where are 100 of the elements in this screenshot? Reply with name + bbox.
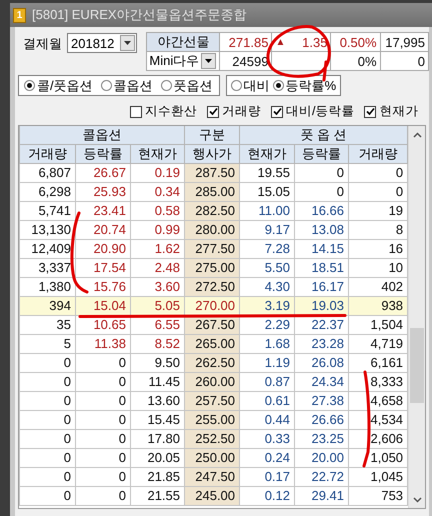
checkbox[interactable] xyxy=(207,106,219,118)
strike-cell: 252.50 xyxy=(184,430,240,448)
table-cell: 0 xyxy=(76,354,130,372)
strike-cell: 260.00 xyxy=(184,372,240,392)
table-cell: 5 xyxy=(20,334,76,354)
radio-option[interactable]: 콜옵션 xyxy=(100,76,153,94)
table-cell: 2.29 xyxy=(240,316,295,334)
table-cell: 13,130 xyxy=(20,220,76,240)
strike-cell: 245.00 xyxy=(184,486,240,506)
column-header: 등락률 xyxy=(294,144,349,164)
scroll-down-icon[interactable] xyxy=(412,496,422,502)
group-header: 콜옵션 xyxy=(20,126,185,144)
table-cell: 0 xyxy=(20,448,76,468)
strike-cell: 275.00 xyxy=(184,258,240,278)
scrollbar-thumb[interactable] xyxy=(410,328,424,403)
table-cell: 23.25 xyxy=(294,430,349,448)
table-cell: 0.61 xyxy=(240,392,295,410)
radio-option[interactable]: 콜/풋옵션 xyxy=(24,76,93,94)
radio-on-icon[interactable] xyxy=(24,80,35,91)
strike-cell: 287.50 xyxy=(184,164,240,182)
checkbox-label: 지수환산 xyxy=(145,103,197,120)
table-cell: 0 xyxy=(76,468,130,486)
strike-cell: 262.50 xyxy=(184,354,240,372)
instrument-label: 야간선물 xyxy=(146,32,220,52)
table-cell: 22.72 xyxy=(294,468,349,486)
strike-cell: 250.00 xyxy=(184,448,240,468)
table-cell: 5.50 xyxy=(240,258,295,278)
table-cell: 6,807 xyxy=(20,164,76,182)
checkbox[interactable] xyxy=(364,106,376,118)
radio-label: 콜옵션 xyxy=(114,76,153,94)
radio-off-icon[interactable] xyxy=(230,80,242,91)
radio-option[interactable]: 대비 xyxy=(230,76,270,94)
table-cell: 14.15 xyxy=(294,240,349,258)
strike-cell: 257.50 xyxy=(184,392,240,410)
column-header: 거래량 xyxy=(20,144,76,164)
table-cell: 25.93 xyxy=(76,182,130,202)
settlement-dropdown[interactable]: 201812 xyxy=(67,33,138,53)
table-cell: 11.00 xyxy=(240,202,295,220)
table-cell: 24.34 xyxy=(294,372,349,392)
table-cell: 18.51 xyxy=(294,258,349,278)
table-cell: 1.68 xyxy=(240,334,295,354)
table-cell: 0 xyxy=(76,372,130,392)
table-cell: 6,298 xyxy=(20,182,76,202)
price-cell: 271.85 xyxy=(220,32,272,52)
table-cell: 0 xyxy=(20,392,76,410)
radio-off-icon[interactable] xyxy=(100,80,112,91)
strike-cell: 282.50 xyxy=(184,202,240,220)
table-cell: 20.74 xyxy=(76,220,130,240)
strike-cell: 247.50 xyxy=(184,468,240,486)
checkbox[interactable] xyxy=(130,106,142,118)
rate-cell: 0.50% xyxy=(330,32,380,52)
table-cell: 0 xyxy=(76,448,130,468)
scroll-up-icon[interactable] xyxy=(412,132,422,138)
table-cell: 19.55 xyxy=(240,164,295,182)
volume-cell: 0 xyxy=(380,52,428,70)
table-cell: 26.66 xyxy=(294,410,349,430)
radio-option[interactable]: 등락률% xyxy=(272,76,336,94)
table-cell: 23.28 xyxy=(294,334,349,354)
table-cell: 15.04 xyxy=(76,296,130,316)
volume-cell: 17,995 xyxy=(380,32,428,52)
radio-label: 풋옵션 xyxy=(174,76,213,94)
table-cell: 0 xyxy=(76,410,130,430)
table-cell: 394 xyxy=(20,296,76,316)
radio-off-icon[interactable] xyxy=(160,80,172,91)
strike-cell: 255.00 xyxy=(184,410,240,430)
table-cell: 0 xyxy=(20,430,76,448)
table-cell: 0 xyxy=(20,410,76,430)
table-cell: 0.17 xyxy=(240,468,295,486)
table-cell: 11.38 xyxy=(76,334,130,354)
column-header: 현재가 xyxy=(130,144,185,164)
table-cell: 12,409 xyxy=(20,240,76,258)
table-cell: 15.05 xyxy=(240,182,295,202)
table-cell: 26.67 xyxy=(76,164,130,182)
table-cell: 0 xyxy=(76,392,130,410)
strike-cell: 265.00 xyxy=(184,334,240,354)
arrow-text: ▲ xyxy=(275,36,286,48)
table-cell: 0 xyxy=(294,182,349,202)
table-cell: 23.41 xyxy=(76,202,130,220)
strike-cell: 277.50 xyxy=(184,240,240,258)
table-cell: 938 xyxy=(348,296,408,316)
strike-cell: 272.50 xyxy=(184,278,240,296)
table-cell: 29.41 xyxy=(294,486,349,506)
table-cell: 9.17 xyxy=(240,220,295,240)
checkbox[interactable] xyxy=(271,106,283,118)
column-header: 행사가 xyxy=(184,144,240,164)
table-cell: 7.28 xyxy=(240,240,295,258)
radio-on-icon[interactable] xyxy=(272,80,284,91)
checkbox-label: 현재가 xyxy=(379,103,418,120)
rate-cell: 0% xyxy=(330,52,380,70)
table-cell: 10.65 xyxy=(76,316,130,334)
scrollbar[interactable] xyxy=(408,126,425,508)
table-cell: 17.54 xyxy=(76,258,130,278)
table-cell: 35 xyxy=(20,316,76,334)
group-header: 풋 옵 션 xyxy=(240,126,408,144)
radio-label: 등락률% xyxy=(286,76,336,94)
table-cell: 0 xyxy=(20,468,76,486)
radio-option[interactable]: 풋옵션 xyxy=(160,76,213,94)
table-cell: 0 xyxy=(20,486,76,506)
table-cell: 16.66 xyxy=(294,202,349,220)
table-cell: 0 xyxy=(76,486,130,506)
